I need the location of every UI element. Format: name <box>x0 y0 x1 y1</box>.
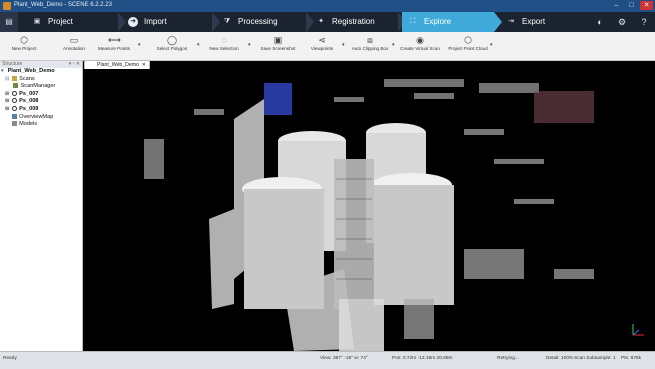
selection-icon: ◌ <box>221 35 227 45</box>
toolbar-right: ◐ ⚙ ? <box>593 15 651 29</box>
point-cloud-render <box>84 69 655 351</box>
scan-icon <box>11 98 17 104</box>
auto-clipping-box-button[interactable]: ⧈ Auto Clipping Box <box>350 33 390 51</box>
folder-icon <box>11 75 17 81</box>
tab-export[interactable]: ⇥ Export <box>500 12 590 32</box>
status-subsample: Scan Subsample: 1 <box>574 356 616 361</box>
export-icon: ⇥ <box>508 18 514 25</box>
collapse-icon[interactable]: ▾ <box>1 68 6 76</box>
expand-icon[interactable]: ⊞ <box>5 98 10 106</box>
chevron-down-icon[interactable]: ▾ <box>138 42 141 48</box>
tree-item-scan[interactable]: ⊞ Ps_009 <box>1 105 82 114</box>
chevron-down-icon[interactable]: ▾ <box>490 42 493 48</box>
map-icon <box>11 113 17 119</box>
tree-item-scan[interactable]: ⊞ Ps_008 <box>1 98 82 106</box>
viewpoints-button[interactable]: ⋖ Viewpoints <box>302 33 342 51</box>
main-tab-bar: ▤ ▣ Project ➜ Import ⧩ Processing ✦ Regi… <box>0 12 655 32</box>
registration-icon: ✦ <box>318 18 324 25</box>
ribbon-toolbar: ⬡ New Project ▭ Annotation ⟷ Measure Poi… <box>0 32 655 61</box>
point-cloud-icon: ⬡ <box>464 35 472 45</box>
cube-icon: ⬡ <box>20 35 28 45</box>
new-selection-button[interactable]: ◌ New Selection <box>204 33 244 51</box>
chevron-down-icon[interactable]: ▾ <box>392 42 395 48</box>
scan-icon <box>11 105 17 111</box>
measure-points-button[interactable]: ⟷ Measure Points <box>94 33 134 51</box>
explore-icon: ⛶ <box>410 18 416 25</box>
minimize-icon[interactable]: – <box>610 1 623 10</box>
chevron-down-icon[interactable]: ▾ <box>342 42 345 48</box>
blue-object <box>264 83 292 115</box>
collapse-icon[interactable]: ⊟ <box>5 76 10 84</box>
clipping-box-icon: ⧈ <box>367 35 373 45</box>
document-tab[interactable]: Plant_Web_Demo ✕ <box>84 60 150 69</box>
window-controls: – □ ✕ <box>610 1 653 10</box>
select-polygon-button[interactable]: ◯ Select Polygon <box>152 33 192 51</box>
theme-icon[interactable]: ◐ <box>593 15 607 29</box>
measure-icon: ⟷ <box>108 35 121 45</box>
status-view: View: 357° -18° w: 74° <box>320 356 368 361</box>
expand-icon[interactable]: ⊞ <box>5 91 10 99</box>
scan-manager-icon <box>13 83 18 89</box>
home-button[interactable]: ▤ <box>0 12 18 32</box>
status-bar: Ready View: 357° -18° w: 74° Pos: 0.72m … <box>0 351 655 369</box>
window-title: Plant_Web_Demo - SCENE 6.2.2.23 <box>14 2 112 8</box>
structure-panel: Structure ▾ ▫ ✕ ▾ Plant_Web_Demo ⊟ Scans… <box>0 61 83 351</box>
project-point-cloud-button[interactable]: ⬡ Project Point Cloud <box>448 33 488 51</box>
scan-icon <box>11 90 17 96</box>
tree-item-overviewmap[interactable]: OverviewMap <box>1 113 82 122</box>
panel-controls-icon[interactable]: ▾ ▫ ✕ <box>69 61 80 68</box>
status-retry: Retrying... <box>497 356 519 361</box>
tab-processing[interactable]: ⧩ Processing <box>216 12 310 32</box>
app-icon <box>3 2 11 10</box>
chevron-down-icon[interactable]: ▾ <box>248 42 251 48</box>
tree-item-scans[interactable]: ⊟ Scans <box>1 75 82 84</box>
panel-header: Structure ▾ ▫ ✕ <box>0 61 82 68</box>
virtual-scan-icon: ◉ <box>416 35 424 45</box>
tree-item-models[interactable]: Models <box>1 121 82 129</box>
help-icon[interactable]: ? <box>637 15 651 29</box>
status-text: Ready <box>3 356 17 361</box>
expand-icon[interactable]: ⊞ <box>5 106 10 114</box>
project-icon: ▣ <box>33 18 41 25</box>
3d-point-cloud-viewport[interactable] <box>84 69 655 351</box>
tree-item-scan[interactable]: ⊞ Ps_007 <box>1 90 82 99</box>
annotation-button[interactable]: ▭ Annotation <box>54 33 94 51</box>
tab-import[interactable]: ➜ Import <box>122 12 212 32</box>
camera-icon: ▣ <box>273 35 283 45</box>
tab-explore[interactable]: ⛶ Explore <box>402 12 494 32</box>
chevron-down-icon[interactable]: ▾ <box>197 42 200 48</box>
tab-registration[interactable]: ✦ Registration <box>310 12 402 32</box>
polygon-icon: ◯ <box>166 35 178 45</box>
create-virtual-scan-button[interactable]: ◉ Create Virtual Scan <box>400 33 440 51</box>
new-project-button[interactable]: ⬡ New Project <box>4 33 44 51</box>
status-points: Pts: 676k <box>621 356 641 361</box>
project-tree: ▾ Plant_Web_Demo ⊟ Scans ScanManager ⊞ P… <box>0 68 82 129</box>
settings-icon[interactable]: ⚙ <box>615 15 629 29</box>
axis-gizmo-icon <box>632 324 644 336</box>
processing-icon: ⧩ <box>223 18 231 25</box>
models-icon <box>11 121 17 127</box>
window-titlebar: Plant_Web_Demo - SCENE 6.2.2.23 – □ ✕ <box>0 0 655 12</box>
status-detail: Detail: 100% <box>546 356 574 361</box>
status-position: Pos: 0.72m -12.19m 20.69m <box>392 356 453 361</box>
import-icon: ➜ <box>128 17 138 27</box>
tree-item-project[interactable]: ▾ Plant_Web_Demo <box>1 68 82 76</box>
tree-item-scanmanager[interactable]: ScanManager <box>1 83 82 91</box>
close-icon[interactable]: ✕ <box>640 1 653 10</box>
maximize-icon[interactable]: □ <box>625 1 638 10</box>
annotation-icon: ▭ <box>69 35 79 45</box>
viewpoints-icon: ⋖ <box>318 35 326 45</box>
tab-project[interactable]: ▣ Project <box>26 12 120 32</box>
save-screenshot-button[interactable]: ▣ Save Screenshot <box>258 33 298 51</box>
